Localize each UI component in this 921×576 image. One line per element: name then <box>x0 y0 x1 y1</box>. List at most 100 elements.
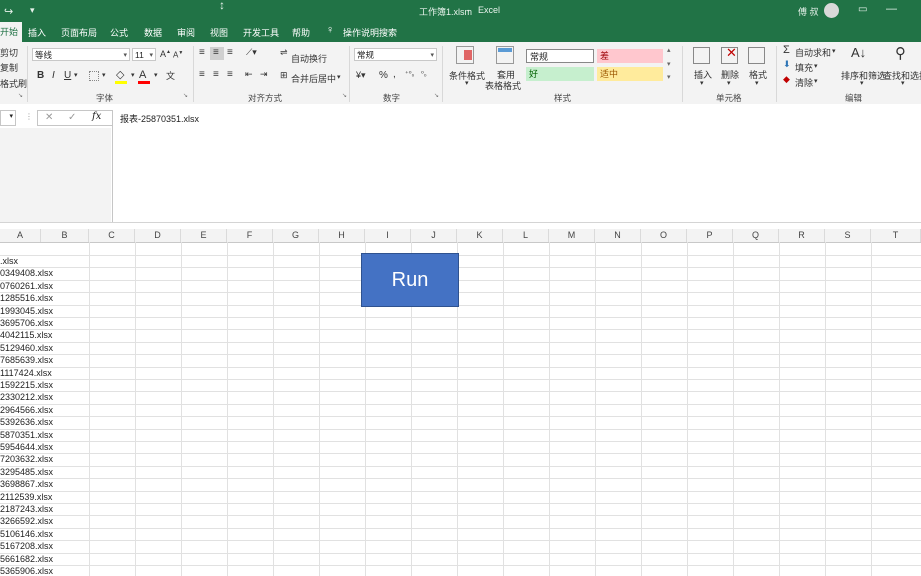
column-header-d[interactable]: D <box>135 229 181 242</box>
column-header-j[interactable]: J <box>411 229 457 242</box>
comma-button[interactable]: , <box>393 69 396 80</box>
align-right-icon[interactable]: ≡ <box>227 69 233 80</box>
merge-center-button[interactable]: 合并后居中 <box>291 72 336 85</box>
dialog-launcher-icon[interactable]: ↘ <box>18 92 23 99</box>
cell-a[interactable]: 2187243.xlsx <box>0 504 53 514</box>
user-name[interactable]: 傅 叔 <box>798 5 819 18</box>
cell-a[interactable]: 5129460.xlsx <box>0 343 53 353</box>
insert-cells-icon[interactable] <box>693 47 710 64</box>
find-select-icon[interactable]: ⚲ <box>895 44 906 62</box>
dialog-launcher-icon[interactable]: ↘ <box>342 92 347 99</box>
column-header-s[interactable]: S <box>825 229 871 242</box>
autosum-button[interactable]: 自动求和 <box>795 46 831 59</box>
chevron-down-icon[interactable]: ▾ <box>102 71 106 79</box>
cell-a[interactable]: 5106146.xlsx <box>0 529 53 539</box>
orientation-icon[interactable]: ⟋▾ <box>246 47 257 58</box>
chevron-down-icon[interactable]: ▾ <box>337 73 341 81</box>
cell-a[interactable]: 5392636.xlsx <box>0 417 53 427</box>
column-header-h[interactable]: H <box>319 229 365 242</box>
decrease-font-icon[interactable]: A▼ <box>173 50 183 60</box>
tab-developer[interactable]: 开发工具 <box>243 26 279 39</box>
italic-button[interactable]: I <box>52 70 55 81</box>
cell-a[interactable]: 3295485.xlsx <box>0 467 53 477</box>
tab-page-layout[interactable]: 页面布局 <box>61 26 97 39</box>
column-header-a[interactable]: A <box>0 229 41 242</box>
format-painter-button[interactable]: 格式刷 <box>0 77 27 90</box>
column-header-k[interactable]: K <box>457 229 503 242</box>
underline-button[interactable]: U <box>64 70 71 81</box>
bold-button[interactable]: B <box>37 70 44 81</box>
table-format-label-2[interactable]: 表格格式 <box>485 79 521 92</box>
column-header-g[interactable]: G <box>273 229 319 242</box>
tab-home[interactable]: 开始 <box>0 22 23 42</box>
ribbon-display-icon[interactable]: ▭ <box>858 4 867 15</box>
cell-a[interactable]: 2330212.xlsx <box>0 392 53 402</box>
decrease-indent-icon[interactable]: ⇤ <box>245 69 253 80</box>
style-neutral[interactable]: 适中 <box>597 67 663 81</box>
insert-function-button[interactable]: fx <box>92 111 101 122</box>
name-box[interactable]: ▾ <box>0 110 16 126</box>
cell-a[interactable]: 1117424.xlsx <box>0 368 52 378</box>
cancel-icon[interactable]: ✕ <box>45 112 53 123</box>
column-header-p[interactable]: P <box>687 229 733 242</box>
tab-data[interactable]: 数据 <box>144 26 162 39</box>
cell-a[interactable]: 1993045.xlsx <box>0 306 53 316</box>
enter-icon[interactable]: ✓ <box>68 112 76 123</box>
cell-a[interactable]: 7203632.xlsx <box>0 454 53 464</box>
cell-a[interactable]: 3695706.xlsx <box>0 318 53 328</box>
column-header-e[interactable]: E <box>181 229 227 242</box>
cell-a[interactable]: 7685639.xlsx <box>0 355 53 365</box>
clear-button[interactable]: 清除 <box>795 76 813 89</box>
style-good[interactable]: 好 <box>526 67 594 81</box>
cell-a[interactable]: 5365906.xlsx <box>0 566 53 576</box>
minimize-icon[interactable]: — <box>886 3 897 15</box>
cell-a[interactable]: 5954644.xlsx <box>0 442 53 452</box>
border-icon[interactable] <box>89 71 99 81</box>
tab-insert[interactable]: 插入 <box>28 26 46 39</box>
style-normal[interactable]: 常规 <box>526 49 594 63</box>
fill-button[interactable]: 填充 <box>795 61 813 74</box>
column-header-q[interactable]: Q <box>733 229 779 242</box>
column-header-i[interactable]: I <box>365 229 411 242</box>
dialog-launcher-icon[interactable]: ↘ <box>434 92 439 99</box>
align-bottom-icon[interactable]: ≡ <box>227 47 233 58</box>
align-left-icon[interactable]: ≡ <box>199 69 205 80</box>
column-header-o[interactable]: O <box>641 229 687 242</box>
fill-color-icon[interactable]: ◇ <box>116 68 124 81</box>
column-header-c[interactable]: C <box>89 229 135 242</box>
font-family-select[interactable]: 等线 ▾ <box>32 48 130 61</box>
tab-view[interactable]: 视图 <box>210 26 228 39</box>
column-header-r[interactable]: R <box>779 229 825 242</box>
increase-indent-icon[interactable]: ⇥ <box>260 69 268 80</box>
cell-a[interactable]: 4042115.xlsx <box>0 330 52 340</box>
dialog-launcher-icon[interactable]: ↘ <box>183 92 188 99</box>
column-header-t[interactable]: T <box>871 229 921 242</box>
format-cells-icon[interactable] <box>748 47 765 64</box>
cell-a[interactable]: 2964566.xlsx <box>0 405 53 415</box>
cell-a[interactable]: 3266592.xlsx <box>0 516 53 526</box>
column-header-b[interactable]: B <box>41 229 89 242</box>
avatar[interactable] <box>824 3 839 18</box>
tab-formulas[interactable]: 公式 <box>110 26 128 39</box>
increase-font-icon[interactable]: A▲ <box>160 49 171 59</box>
cell-a[interactable]: 5167208.xlsx <box>0 541 53 551</box>
chevron-down-icon[interactable]: ▾ <box>860 79 864 87</box>
cell-a[interactable]: .xlsx <box>0 256 18 266</box>
chevron-down-icon[interactable]: ▾ <box>901 79 905 87</box>
styles-scroll-down-icon[interactable]: ▾ <box>667 60 671 68</box>
styles-more-icon[interactable]: ▾ <box>667 73 671 81</box>
cell-a[interactable]: 1285516.xlsx <box>0 293 53 303</box>
cell-a[interactable]: 0760261.xlsx <box>0 281 53 291</box>
cut-button[interactable]: 剪切 <box>0 46 18 59</box>
align-center-icon[interactable]: ≡ <box>213 69 219 80</box>
phonetic-icon[interactable]: 文 <box>166 69 175 82</box>
chevron-down-icon[interactable]: ▾ <box>832 47 836 55</box>
chevron-down-icon[interactable]: ▾ <box>154 71 158 79</box>
styles-scroll-up-icon[interactable]: ▴ <box>667 46 671 54</box>
tab-review[interactable]: 审阅 <box>177 26 195 39</box>
number-format-select[interactable]: 常规 ▾ <box>354 48 437 61</box>
style-bad[interactable]: 差 <box>597 49 663 63</box>
cell-a[interactable]: 0349408.xlsx <box>0 268 53 278</box>
merge-icon[interactable]: ⊞ <box>280 70 288 81</box>
sort-filter-icon[interactable]: A↓ <box>851 45 866 60</box>
